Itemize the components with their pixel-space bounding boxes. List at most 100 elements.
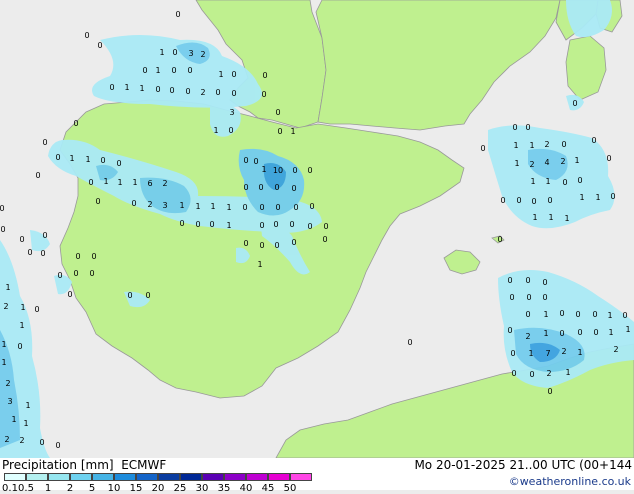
precip-value-label: 0: [262, 71, 267, 80]
precip-value-label: 0: [34, 305, 39, 314]
legend-swatch: [202, 473, 224, 481]
precip-value-label: 1: [545, 177, 550, 186]
legend-tick-label: 35: [217, 483, 231, 494]
legend-swatch: [4, 473, 26, 481]
legend-title: Precipitation [mm] ECMWF: [2, 458, 166, 472]
precip-value-label: 1: [532, 213, 537, 222]
legend-tick-label: 0.1: [2, 483, 18, 494]
precip-value-label: 0: [273, 220, 278, 229]
precip-value-label: 0: [231, 89, 236, 98]
precip-value-label: 0: [577, 176, 582, 185]
precip-value-label: 0: [127, 291, 132, 300]
precip-value-label: 0: [88, 178, 93, 187]
legend-swatch: [224, 473, 246, 481]
legend-swatch: [70, 473, 92, 481]
precip-value-label: 0: [209, 220, 214, 229]
precip-value-label: 1: [513, 141, 518, 150]
precip-value-label: 1: [528, 349, 533, 358]
precip-value-label: 0: [572, 99, 577, 108]
precip-value-label: 0: [40, 249, 45, 258]
legend-tick-label: 25: [173, 483, 187, 494]
precip-value-label: 1: [19, 321, 24, 330]
precip-value-label: 1: [530, 177, 535, 186]
precip-value-label: 0: [27, 248, 32, 257]
precip-value-label: 2: [546, 369, 551, 378]
precip-value-label: 1: [548, 213, 553, 222]
legend-tick-label: 30: [195, 483, 209, 494]
precip-value-label: 4: [544, 158, 549, 167]
precip-value-label: 0: [577, 328, 582, 337]
precip-value-label: 1: [210, 202, 215, 211]
map-canvas: 0001 0 3 20 1 0 0 1 0 01 1 0 0 0 2 0 0 003 001 0 0 10000 001 1 2…: [0, 0, 634, 458]
legend-tick-label: 50: [283, 483, 297, 494]
legend-tick-label: 15: [129, 483, 143, 494]
precip-value-label: 0: [323, 222, 328, 231]
precip-value-label: 1: [85, 155, 90, 164]
precip-value-label: 2: [613, 345, 618, 354]
precip-value-label: 1: [139, 84, 144, 93]
precip-value-label: 1: [514, 159, 519, 168]
precip-value-label: 0: [559, 309, 564, 318]
precip-value-label: 7: [545, 349, 550, 358]
precip-value-label: 0: [100, 156, 105, 165]
precip-value-label: 3: [188, 49, 193, 58]
precip-value-label: 0: [55, 153, 60, 162]
precip-value-label: 0: [155, 85, 160, 94]
precip-value-label: 1: [11, 415, 16, 424]
precip-value-label: 0: [67, 290, 72, 299]
precip-value-label: 0: [258, 183, 263, 192]
precip-value-label: 0: [542, 278, 547, 287]
precip-value-label: 0: [42, 138, 47, 147]
precip-value-label: 1: [608, 328, 613, 337]
precip-value-label: 1: [529, 141, 534, 150]
precip-value-label: 0: [73, 119, 78, 128]
precip-value-label: 0: [185, 87, 190, 96]
precip-value-label: 0: [497, 235, 502, 244]
precip-value-label: 0: [575, 310, 580, 319]
legend-swatch: [246, 473, 268, 481]
precip-value-label: 0: [500, 196, 505, 205]
precip-value-label: 2: [162, 179, 167, 188]
precip-value-label: 1: [23, 419, 28, 428]
legend-tick-label: 1: [44, 483, 52, 494]
precip-value-label: 0: [525, 123, 530, 132]
precip-value-label: 0: [531, 197, 536, 206]
legend-bar: Precipitation [mm] ECMWF Mo 20-01-2025 2…: [0, 458, 634, 494]
precip-value-label: 0: [116, 159, 121, 168]
precip-value-label: 1: [226, 221, 231, 230]
precip-value-label: 1: [579, 193, 584, 202]
precip-value-label: 0: [509, 293, 514, 302]
precip-value-label: 0: [547, 387, 552, 396]
precip-value-label: 0: [19, 235, 24, 244]
precip-value-label: 6: [147, 179, 152, 188]
precip-value-label: 0: [243, 183, 248, 192]
legend-credit: ©weatheronline.co.uk: [508, 475, 631, 488]
legend-tick-label: 0.5: [18, 483, 34, 494]
precipitation-map: 0001032010010011000200003001001000000112…: [0, 0, 634, 494]
precip-value-label: 3: [229, 108, 234, 117]
precip-value-label: 0: [529, 370, 534, 379]
precip-value-label: 0: [195, 220, 200, 229]
precip-value-label: 0: [175, 10, 180, 19]
legend-datetime: Mo 20-01-2025 21..00 UTC (00+144: [414, 458, 632, 472]
precip-value-label: 0: [259, 241, 264, 250]
precip-value-label: 1: [103, 177, 108, 186]
precip-value-label: 0: [291, 238, 296, 247]
precip-value-label: 0: [547, 196, 552, 205]
precip-value-label: 1: [155, 66, 160, 75]
precip-value-label: 1: [117, 178, 122, 187]
precip-value-label: 2: [200, 88, 205, 97]
precip-value-label: 0: [228, 126, 233, 135]
precip-value-label: 2: [4, 435, 9, 444]
precip-value-label: 2: [19, 436, 24, 445]
precip-value-label: 1: [69, 154, 74, 163]
legend-color-scale: 0.1 0.5 1 2 5 10 15 20 25 30 35 40 45 50: [2, 473, 334, 494]
precip-value-label: 0: [55, 441, 60, 450]
legend-swatch: [158, 473, 180, 481]
precip-value-label: 0: [562, 178, 567, 187]
precip-value-label: 0: [525, 310, 530, 319]
precip-value-label: 0: [309, 202, 314, 211]
precip-value-label: 0: [142, 66, 147, 75]
precip-value-label: 0: [57, 271, 62, 280]
precip-value-label: 2: [200, 50, 205, 59]
